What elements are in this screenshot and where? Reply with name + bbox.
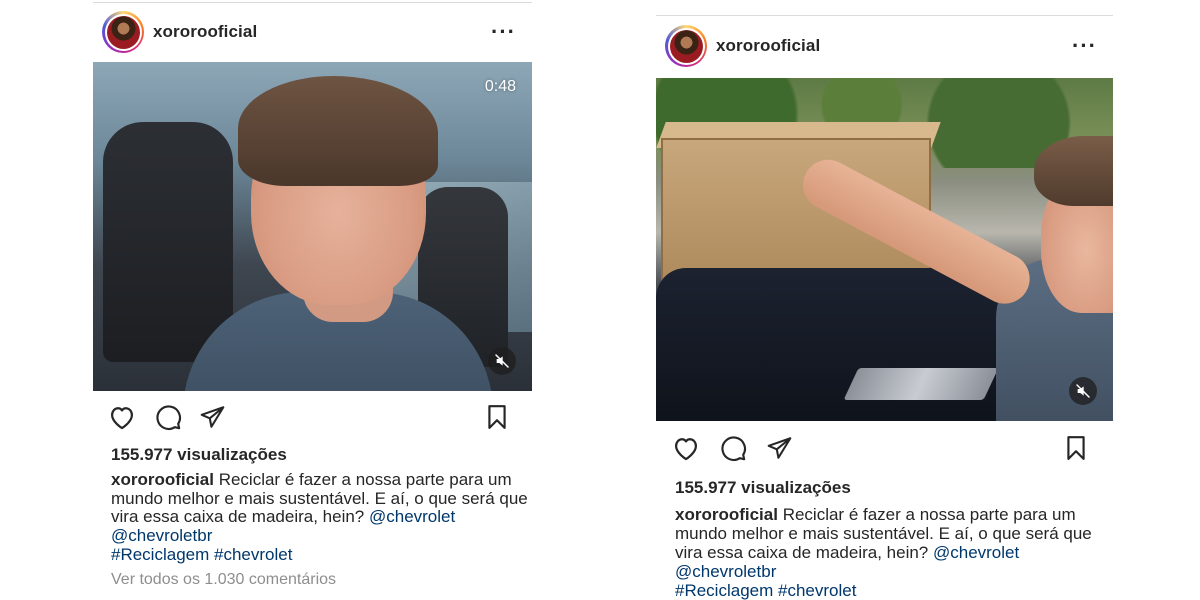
username[interactable]: xororooficial bbox=[153, 22, 257, 42]
share-icon[interactable] bbox=[764, 433, 794, 463]
car-seat-left bbox=[103, 122, 233, 362]
muted-speaker-icon[interactable] bbox=[1069, 377, 1097, 405]
divider bbox=[93, 2, 532, 3]
post-caption: xororooficial Reciclar é fazer a nossa p… bbox=[111, 470, 528, 565]
avatar[interactable] bbox=[669, 29, 703, 63]
share-icon[interactable] bbox=[197, 402, 227, 432]
video-frame bbox=[656, 78, 1113, 421]
heart-icon[interactable] bbox=[107, 402, 137, 432]
bookmark-icon[interactable] bbox=[1061, 433, 1091, 463]
caption-line-1: xororooficial Reciclar é fazer a nossa p… bbox=[111, 470, 521, 490]
action-bar bbox=[93, 402, 532, 436]
more-options-icon[interactable]: ··· bbox=[491, 21, 516, 43]
hashtag-link[interactable]: #Reciclagem bbox=[675, 581, 773, 600]
caption-line-2: mundo melhor e mais sustentável. E aí, o… bbox=[111, 488, 528, 508]
hashtag-link[interactable]: #chevrolet bbox=[214, 545, 292, 564]
person-hair bbox=[238, 76, 438, 186]
hashtag-link[interactable]: #chevrolet bbox=[778, 581, 856, 600]
mention-link[interactable]: @chevrolet bbox=[933, 543, 1019, 562]
video-duration: 0:48 bbox=[484, 78, 516, 95]
mention-link[interactable]: @chevroletbr bbox=[675, 562, 776, 581]
divider bbox=[656, 15, 1113, 16]
avatar[interactable] bbox=[106, 15, 140, 49]
caption-username[interactable]: xororooficial bbox=[111, 470, 214, 489]
caption-text: Reciclar é fazer a nossa parte para um bbox=[213, 470, 512, 489]
caption-line-5: #Reciclagem #chevrolet bbox=[675, 581, 1105, 600]
comment-icon[interactable] bbox=[718, 433, 748, 463]
comment-icon[interactable] bbox=[153, 402, 183, 432]
avatar-border bbox=[104, 13, 142, 51]
view-all-comments-link[interactable]: Ver todos os 1.030 comentários bbox=[111, 571, 336, 589]
mention-link[interactable]: @chevrolet bbox=[369, 507, 455, 527]
video-player[interactable] bbox=[656, 78, 1113, 421]
caption-username[interactable]: xororooficial bbox=[675, 505, 778, 524]
caption-line-3: vira essa caixa de madeira, hein? @chevr… bbox=[675, 543, 1105, 562]
heart-icon[interactable] bbox=[671, 433, 701, 463]
muted-speaker-icon[interactable] bbox=[488, 347, 516, 375]
username[interactable]: xororooficial bbox=[716, 36, 820, 56]
caption-line-5: #Reciclagem #chevrolet bbox=[111, 545, 521, 565]
post-card-left: xororooficial ··· 0:48 155.977 visualiza… bbox=[93, 0, 532, 600]
mention-link[interactable]: @chevroletbr bbox=[111, 526, 212, 545]
caption-text: vira essa caixa de madeira, hein? bbox=[111, 507, 369, 527]
more-options-icon[interactable]: ··· bbox=[1072, 35, 1097, 57]
truck-badge bbox=[843, 368, 999, 400]
action-bar bbox=[656, 433, 1113, 467]
post-header: xororooficial ··· bbox=[656, 24, 1113, 68]
caption-line-4: @chevroletbr bbox=[111, 526, 521, 546]
profile-avatar-ring[interactable] bbox=[102, 11, 144, 53]
caption-line-4: @chevroletbr bbox=[675, 562, 1105, 581]
view-count[interactable]: 155.977 visualizações bbox=[675, 478, 851, 498]
post-card-right: xororooficial ··· 155.977 visualizações … bbox=[656, 0, 1113, 600]
caption-line-2: mundo melhor e mais sustentável. E aí, o… bbox=[675, 524, 1092, 543]
view-count[interactable]: 155.977 visualizações bbox=[111, 445, 287, 465]
bookmark-icon[interactable] bbox=[482, 402, 512, 432]
post-caption: xororooficial Reciclar é fazer a nossa p… bbox=[675, 505, 1105, 600]
caption-line-1: xororooficial Reciclar é fazer a nossa p… bbox=[675, 505, 1105, 524]
hashtag-link[interactable]: #Reciclagem bbox=[111, 545, 209, 564]
video-frame bbox=[93, 62, 532, 391]
avatar-border bbox=[667, 27, 705, 65]
profile-avatar-ring[interactable] bbox=[665, 25, 707, 67]
post-header: xororooficial ··· bbox=[93, 10, 532, 54]
caption-text: vira essa caixa de madeira, hein? bbox=[675, 543, 933, 562]
caption-text: Reciclar é fazer a nossa parte para um bbox=[777, 505, 1076, 524]
video-player[interactable]: 0:48 bbox=[93, 62, 532, 391]
caption-line-3: vira essa caixa de madeira, hein? @chevr… bbox=[111, 508, 521, 527]
